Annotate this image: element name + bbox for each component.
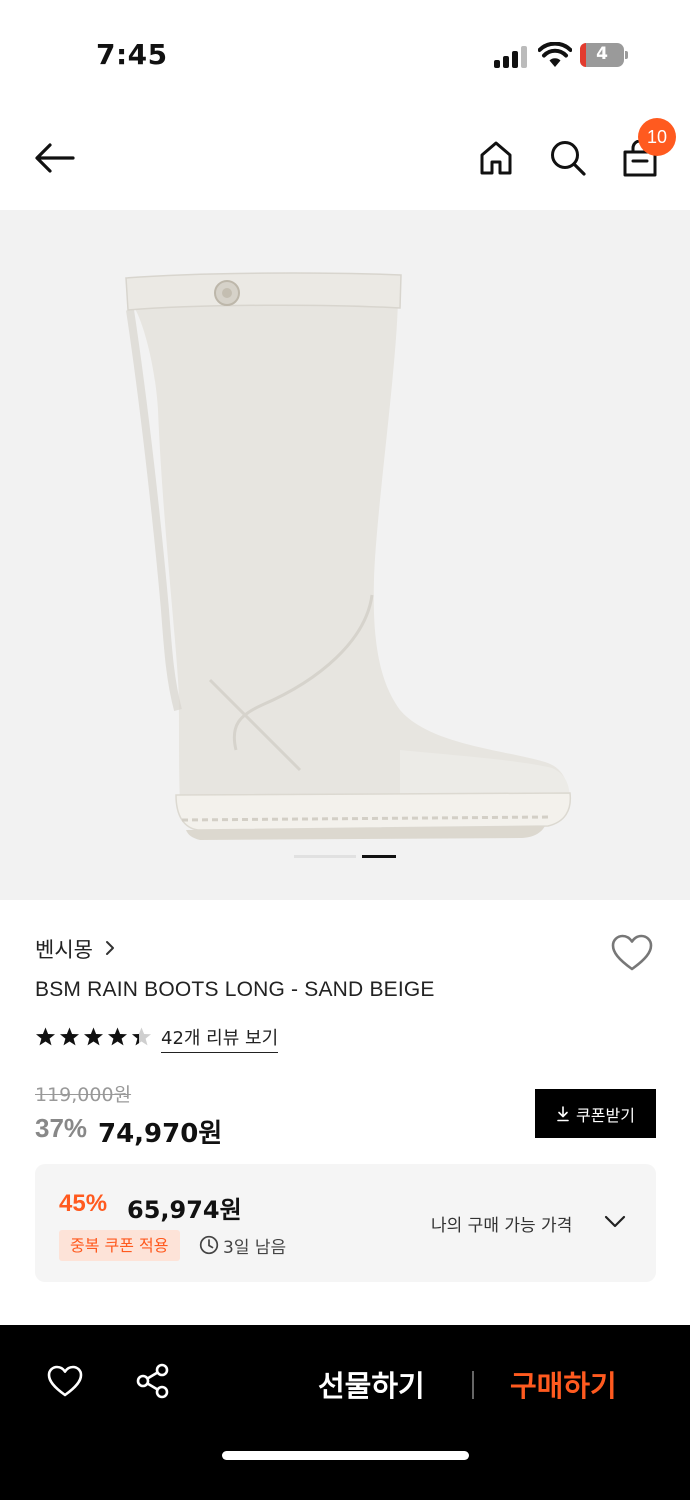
gallery-indicator-2 (362, 855, 396, 858)
sale-price: 74,970원 (98, 1119, 223, 1149)
rain-boot-image (125, 272, 572, 840)
status-bar: 7:45 4 (0, 0, 690, 110)
wishlist-heart-icon[interactable] (610, 933, 654, 973)
original-price: 119,000원 (35, 1084, 132, 1106)
home-icon[interactable] (478, 140, 514, 176)
buy-button[interactable]: 구매하기 (510, 1363, 617, 1405)
back-arrow-icon[interactable] (34, 142, 76, 174)
my-discount-rate: 45% (59, 1190, 108, 1217)
wishlist-heart-icon[interactable] (46, 1364, 84, 1398)
download-coupon-label: 쿠폰받기 (576, 1107, 635, 1125)
wifi-icon (538, 42, 572, 67)
search-icon[interactable] (549, 139, 587, 177)
chevron-down-icon[interactable] (603, 1214, 627, 1230)
discount-rate: 37% (35, 1113, 88, 1143)
rating-stars-icon (36, 1027, 151, 1046)
cart-count-badge: 10 (638, 118, 676, 156)
my-price-label: 나의 구매 가능 가격 (431, 1216, 573, 1236)
brand-link[interactable]: 벤시몽 (35, 934, 93, 964)
product-name: BSM RAIN BOOTS LONG - SAND BEIGE (35, 978, 435, 1001)
status-time: 7:45 (96, 38, 168, 71)
product-image-carousel[interactable] (0, 210, 690, 900)
download-icon (557, 1105, 569, 1121)
review-link[interactable]: 42개 리뷰 보기 (161, 1024, 279, 1053)
share-icon[interactable] (134, 1362, 172, 1400)
coupon-stack-badge: 중복 쿠폰 적용 (59, 1230, 180, 1261)
my-price: 65,974원 (127, 1196, 242, 1224)
coupon-remaining-days: 3일 남음 (223, 1238, 287, 1258)
home-indicator (222, 1451, 469, 1460)
battery-level: 4 (596, 44, 608, 64)
top-nav (0, 110, 690, 210)
gallery-indicator-1 (294, 855, 356, 858)
bottom-action-bar: 선물하기 구매하기 (0, 1325, 690, 1500)
gift-button[interactable]: 선물하기 (318, 1363, 425, 1405)
cellular-signal-icon (494, 46, 530, 68)
chevron-right-icon (106, 941, 114, 955)
battery-icon: 4 (580, 43, 628, 67)
clock-icon (199, 1235, 219, 1255)
download-coupon-button[interactable]: 쿠폰받기 (535, 1089, 656, 1138)
bottom-bar-divider (472, 1371, 474, 1399)
my-price-panel[interactable]: 45% 65,974원 중복 쿠폰 적용 3일 남음 나의 구매 가능 가격 (35, 1164, 656, 1282)
